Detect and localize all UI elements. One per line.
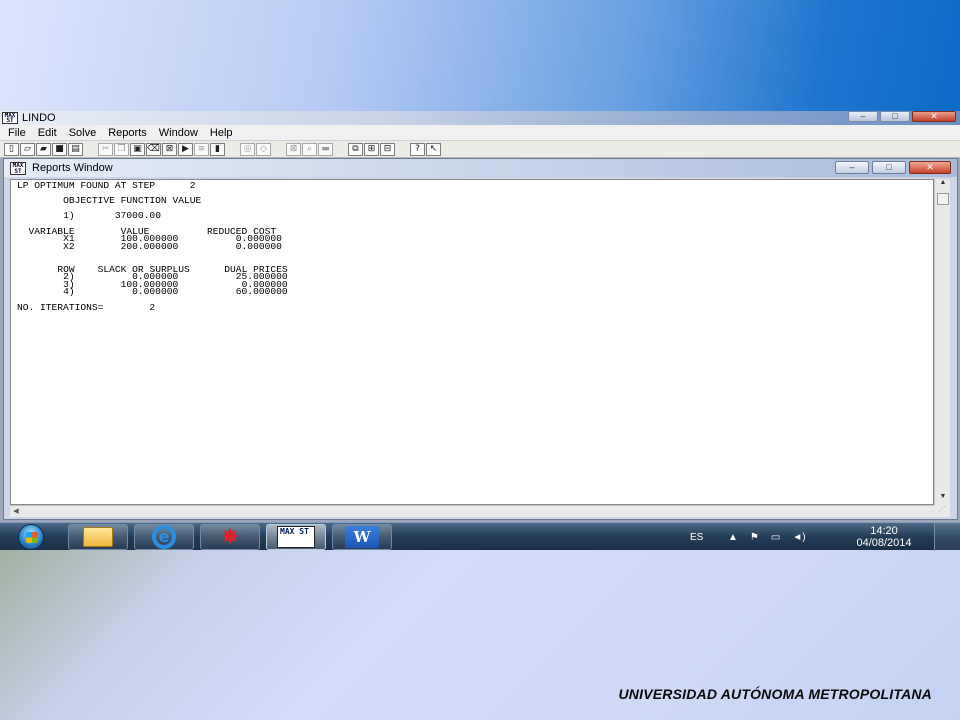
app-titlebar[interactable]: MAX ST LINDO – □ ✕ — [0, 111, 960, 125]
reports-close-button[interactable]: ✕ — [909, 161, 951, 174]
reports-maximize-button[interactable]: □ — [872, 161, 906, 174]
show-hidden-icons-icon[interactable]: ▲ — [728, 532, 738, 543]
mdi-client-area: MAX ST Reports Window – □ ✕ LP OPTIMUM F… — [0, 158, 960, 522]
system-clock[interactable]: 14:20 04/08/2014 — [848, 525, 920, 549]
power-icon[interactable]: ▭ — [771, 532, 780, 543]
lindo-app-window: MAX ST LINDO – □ ✕ File Edit Solve Repor… — [0, 111, 960, 522]
open-view-icon[interactable]: ▰ — [36, 142, 51, 156]
compile-icon[interactable]: ▮ — [210, 142, 225, 156]
reports-window-controls: – □ ✕ — [835, 161, 951, 174]
options-icon[interactable]: ⊠ — [286, 142, 301, 156]
report-output: LP OPTIMUM FOUND AT STEP 2 OBJECTIVE FUN… — [17, 180, 288, 313]
close-all-icon[interactable]: ⊟ — [380, 142, 395, 156]
new-file-icon[interactable]: ▯ — [4, 142, 19, 156]
objective-value: 37000.00 — [114, 210, 161, 222]
action-center-icon[interactable]: ⚑ — [750, 532, 759, 543]
menu-reports[interactable]: Reports — [108, 127, 147, 139]
menu-solve[interactable]: Solve — [69, 127, 97, 139]
app-minimize-button[interactable]: – — [848, 111, 878, 122]
solve-icon[interactable]: ◎ — [240, 142, 255, 156]
ie-icon: e — [152, 525, 176, 549]
clock-date: 04/08/2014 — [856, 537, 912, 549]
windows-start-icon — [18, 524, 44, 550]
clock-time: 14:20 — [870, 525, 898, 537]
save-icon[interactable]: ■ — [52, 142, 67, 156]
objective-label: OBJECTIVE FUNCTION VALUE — [63, 195, 202, 207]
word-icon: W — [345, 526, 379, 548]
reports-window-title: Reports Window — [32, 162, 113, 174]
taskbar-star-app[interactable]: ✸ — [200, 524, 260, 550]
report-header: LP OPTIMUM FOUND AT STEP 2 — [17, 180, 196, 191]
scroll-left-icon[interactable]: ◀ — [10, 506, 22, 518]
help-icon[interactable]: ? — [410, 142, 425, 156]
menu-edit[interactable]: Edit — [38, 127, 57, 139]
university-footer: UNIVERSIDAD AUTÓNOMA METROPOLITANA — [618, 686, 932, 702]
copy-icon[interactable]: ❐ — [114, 142, 129, 156]
go-to-line-icon[interactable]: ▶ — [178, 142, 193, 156]
report-icon[interactable]: ▬ — [318, 142, 333, 156]
reports-window-icon: MAX ST — [10, 161, 26, 175]
scroll-down-icon[interactable]: ▼ — [935, 493, 951, 505]
volume-icon[interactable]: ◄) — [792, 532, 805, 543]
send-to-back-icon[interactable]: ⌕ — [302, 142, 317, 156]
context-help-icon[interactable]: ↖ — [426, 142, 441, 156]
row-dual: 60.000000 — [235, 286, 288, 298]
horizontal-scrollbar[interactable]: ◀ — [10, 505, 934, 517]
star-icon: ✸ — [220, 524, 240, 549]
objective-row: 1) — [63, 210, 75, 222]
cut-icon[interactable]: ✂ — [98, 142, 113, 156]
open-file-icon[interactable]: ▱ — [20, 142, 35, 156]
menu-bar: File Edit Solve Reports Window Help — [0, 125, 960, 141]
menu-window[interactable]: Window — [159, 127, 198, 139]
app-maximize-button[interactable]: □ — [880, 111, 910, 122]
start-button[interactable] — [6, 523, 56, 551]
iterations-line: NO. ITERATIONS= 2 — [17, 301, 156, 313]
picture-icon[interactable]: ◇ — [256, 142, 271, 156]
app-title: LINDO — [22, 112, 56, 124]
var-value: 200.000000 — [120, 240, 179, 252]
slide-background-top — [0, 0, 960, 111]
reports-minimize-button[interactable]: – — [835, 161, 869, 174]
system-tray: ▲ ⚑ ▭ ◄) — [728, 523, 806, 551]
var-reduced-cost: 0.000000 — [235, 240, 282, 252]
reports-window: MAX ST Reports Window – □ ✕ LP OPTIMUM F… — [3, 158, 958, 520]
row-id: 4) — [63, 286, 75, 298]
scroll-up-icon[interactable]: ▲ — [935, 179, 951, 191]
look-icon[interactable]: ≡ — [194, 142, 209, 156]
var-name: X2 — [63, 240, 75, 252]
tile-icon[interactable]: ⊞ — [364, 142, 379, 156]
find-icon[interactable]: ⊠ — [162, 142, 177, 156]
lindo-app-icon: MAX ST — [2, 112, 18, 124]
taskbar-lindo[interactable]: MAX ST — [266, 524, 326, 550]
scroll-thumb[interactable] — [937, 193, 949, 205]
vertical-scrollbar[interactable]: ▲ ▼ — [934, 179, 950, 505]
taskbar-internet-explorer[interactable]: e — [134, 524, 194, 550]
menu-file[interactable]: File — [8, 127, 26, 139]
report-text-area[interactable]: LP OPTIMUM FOUND AT STEP 2 OBJECTIVE FUN… — [10, 179, 934, 505]
clear-icon[interactable]: ⌫ — [146, 142, 161, 156]
taskbar: e ✸ MAX ST W ES ▲ ⚑ ▭ ◄) 14:20 04/08/201… — [0, 522, 960, 551]
size-grip-icon[interactable]: ⋰ — [934, 505, 950, 517]
reports-window-titlebar[interactable]: MAX ST Reports Window – □ ✕ — [4, 159, 957, 177]
toolbar: ▯ ▱ ▰ ■ ▤ ✂ ❐ ▣ ⌫ ⊠ ▶ ≡ ▮ ◎ ◇ ⊠ ⌕ ▬ ⧉ ⊞ … — [0, 141, 960, 158]
menu-help[interactable]: Help — [210, 127, 233, 139]
cascade-icon[interactable]: ⧉ — [348, 142, 363, 156]
app-window-controls: – □ ✕ — [848, 111, 956, 122]
print-icon[interactable]: ▤ — [68, 142, 83, 156]
lindo-icon: MAX ST — [277, 526, 315, 548]
folder-icon — [83, 527, 113, 547]
taskbar-explorer[interactable] — [68, 524, 128, 550]
taskbar-word[interactable]: W — [332, 524, 392, 550]
language-indicator[interactable]: ES — [690, 523, 703, 551]
show-desktop-button[interactable] — [934, 523, 960, 551]
row-slack: 0.000000 — [132, 286, 179, 298]
app-close-button[interactable]: ✕ — [912, 111, 956, 122]
paste-icon[interactable]: ▣ — [130, 142, 145, 156]
